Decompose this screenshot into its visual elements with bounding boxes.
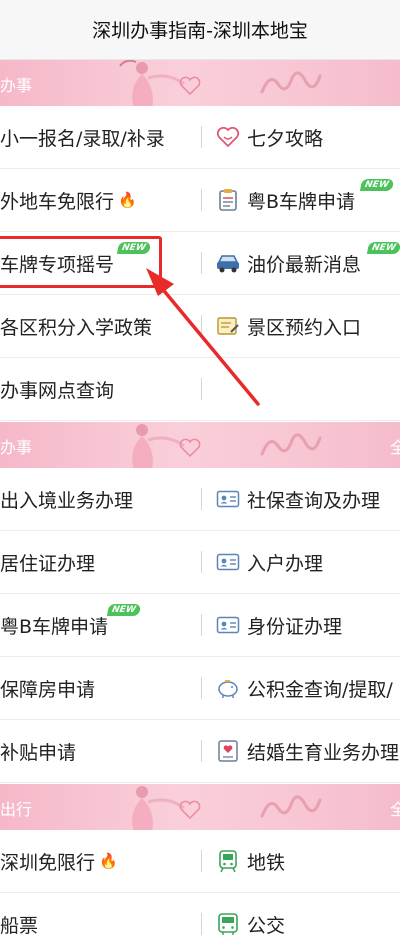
heart-outline-icon [215, 124, 241, 150]
link-yue-b-plate-application-2[interactable]: 粤B车牌申请 [0, 594, 200, 656]
link-household-registration[interactable]: 入户办理 [215, 531, 400, 593]
link-qixi-guide[interactable]: 七夕攻略 [215, 106, 400, 168]
empty-cell [215, 358, 400, 420]
divider [201, 315, 202, 337]
link-shenzhen-exemption[interactable]: 深圳免限行 🔥 [0, 830, 200, 892]
fire-icon: 🔥 [118, 191, 137, 209]
divider [201, 850, 202, 872]
divider [201, 740, 202, 762]
link-primary-school-enrollment[interactable]: 小一报名/录取/补录 [0, 106, 200, 168]
list-row: 保障房申请 公积金查询/提取/ [0, 657, 400, 720]
divider [201, 189, 202, 211]
link-bus[interactable]: 公交 [215, 893, 400, 949]
list-row: 居住证办理 入户办理 [0, 531, 400, 594]
clipboard-icon [215, 187, 241, 213]
fire-icon: 🔥 [99, 852, 118, 870]
link-service-outlet-query[interactable]: 办事网点查询 [0, 358, 200, 420]
page-title-bar: 深圳办事指南-深圳本地宝 [0, 0, 400, 60]
qixi-figure-decoration [132, 786, 185, 830]
piggy-bank-icon [215, 675, 241, 701]
page-title: 深圳办事指南-深圳本地宝 [92, 20, 308, 42]
qixi-figure-decoration [132, 424, 185, 468]
list-row: 出入境业务办理 社保查询及办理 [0, 468, 400, 531]
metro-icon [215, 848, 241, 874]
link-ferry-ticket[interactable]: 船票 [0, 893, 200, 949]
link-affordable-housing[interactable]: 保障房申请 [0, 657, 200, 719]
new-badge: NEW [359, 179, 394, 191]
divider [201, 677, 202, 699]
calligraphy-decoration [260, 433, 322, 456]
heart-decoration-icon [179, 76, 201, 96]
link-marriage-childbirth[interactable]: 结婚生育业务办理 [215, 720, 400, 782]
id-card-icon [215, 486, 241, 512]
id-card-icon [215, 549, 241, 575]
divider [201, 126, 202, 148]
new-badge: NEW [366, 242, 400, 254]
list-row: 小一报名/录取/补录 七夕攻略 [0, 106, 400, 169]
section-header-affairs: 办事 [0, 60, 400, 106]
divider [201, 488, 202, 510]
heart-decoration-icon [179, 800, 201, 820]
section-header-affairs-2: 办事 全 [0, 422, 400, 468]
section-more-link[interactable]: 全 [390, 796, 400, 820]
divider [201, 913, 202, 935]
list-row: 深圳免限行 🔥 地铁 [0, 830, 400, 893]
divider [201, 551, 202, 573]
link-subsidy-application[interactable]: 补贴申请 [0, 720, 200, 782]
link-housing-fund[interactable]: 公积金查询/提取/ [215, 657, 400, 719]
heart-card-icon [215, 738, 241, 764]
link-metro[interactable]: 地铁 [215, 830, 400, 892]
id-card-icon [215, 612, 241, 638]
calligraphy-decoration [260, 795, 322, 818]
link-non-local-car-exemption[interactable]: 外地车免限行 🔥 [0, 169, 200, 231]
highlight-box [0, 236, 162, 288]
divider [201, 252, 202, 274]
list-row: 办事网点查询 [0, 358, 400, 421]
calligraphy-decoration [260, 71, 322, 94]
section-label: 办事 [0, 76, 33, 95]
car-icon [215, 250, 241, 276]
link-exit-entry-service[interactable]: 出入境业务办理 [0, 468, 200, 530]
link-scenic-reservation[interactable]: 景区预约入口 [215, 295, 400, 357]
list-row: 船票 公交 [0, 893, 400, 949]
section-label: 办事 [0, 438, 33, 457]
new-badge: NEW [106, 604, 141, 616]
list-row: 各区积分入学政策 景区预约入口 [0, 295, 400, 358]
link-district-points-admission[interactable]: 各区积分入学政策 [0, 295, 200, 357]
link-social-security[interactable]: 社保查询及办理 [215, 468, 400, 530]
section-label: 出行 [0, 800, 33, 819]
list-row: 补贴申请 结婚生育业务办理 [0, 720, 400, 783]
divider [201, 378, 202, 400]
list-row: 粤B车牌申请 NEW 身份证办理 [0, 594, 400, 657]
section-header-travel: 出行 全 [0, 784, 400, 830]
qixi-figure-decoration [119, 60, 185, 106]
link-residence-permit[interactable]: 居住证办理 [0, 531, 200, 593]
link-id-card-service[interactable]: 身份证办理 [215, 594, 400, 656]
note-icon [215, 313, 241, 339]
section-more-link[interactable]: 全 [390, 434, 400, 458]
bus-icon [215, 911, 241, 937]
list-row: 外地车免限行 🔥 粤B车牌申请 NEW [0, 169, 400, 232]
divider [201, 614, 202, 636]
heart-decoration-icon [179, 438, 201, 458]
